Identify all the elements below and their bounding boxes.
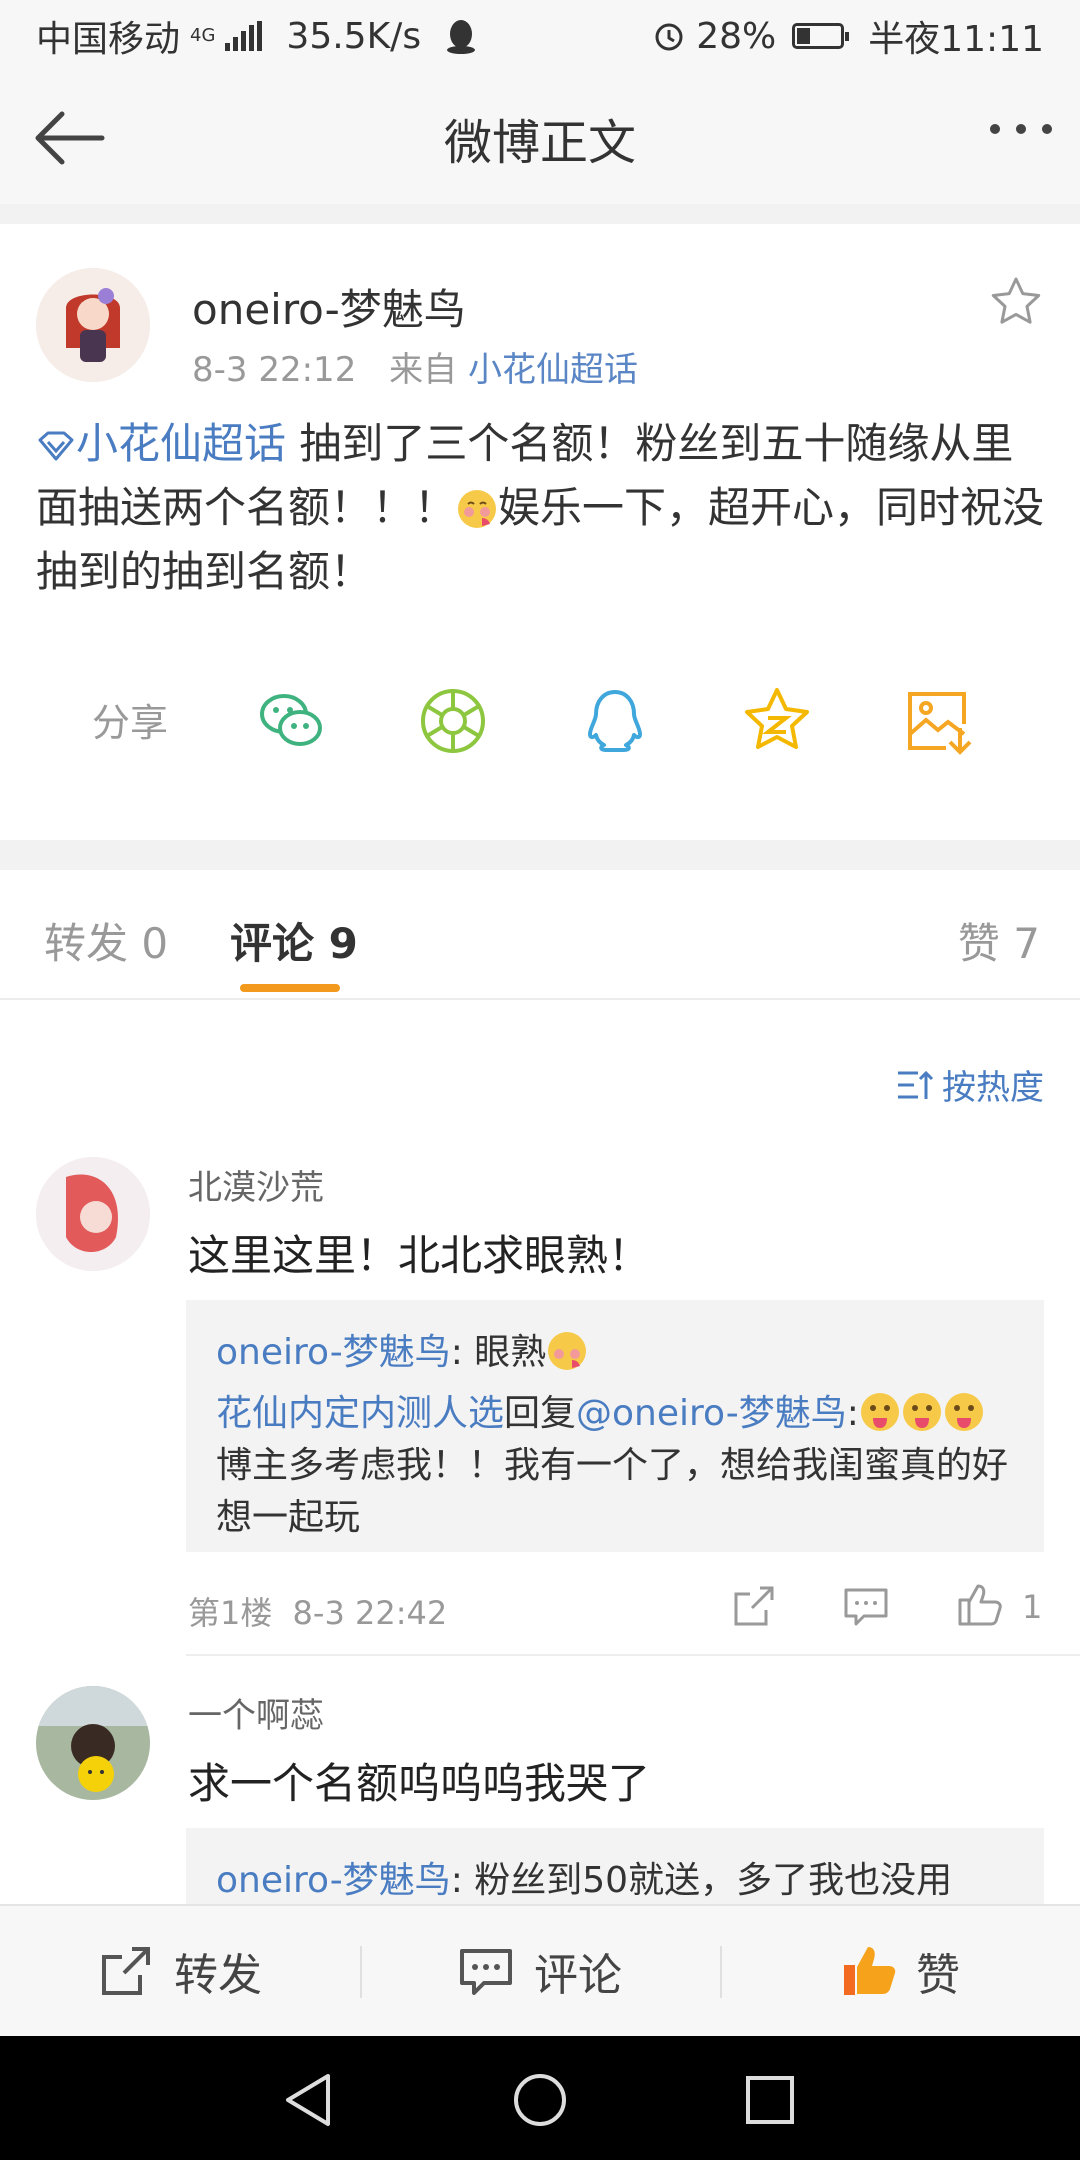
comment-floor-time: 第1楼 8-3 22:42 <box>188 1588 447 1634</box>
commenter-avatar[interactable] <box>36 1686 150 1800</box>
commenter-avatar[interactable] <box>36 1157 150 1271</box>
like-icon[interactable] <box>956 1580 1004 1628</box>
comment-floor: 第1楼 <box>188 1594 273 1632</box>
reply-line: 花仙内定内测人选回复@oneiro-梦魅鸟: 博主多考虑我！！我有一个了，想给我… <box>216 1388 1014 1544</box>
comment-text: 这里这里！北北求眼熟！ <box>188 1231 651 1280</box>
reply-line: oneiro-梦魅鸟: 粉丝到50就送，多了我也没用 <box>216 1850 1014 1904</box>
nav-bar: 微博正文 <box>0 72 1080 204</box>
signal-icon <box>225 21 263 51</box>
reply-box[interactable]: oneiro-梦魅鸟: 粉丝到50就送，多了我也没用 <box>186 1828 1044 1904</box>
system-nav-bar <box>0 2036 1080 2160</box>
tab-likes[interactable]: 赞 7 <box>958 910 1040 971</box>
bottom-action-bar: 转发 评论 赞 <box>0 1904 1080 2036</box>
blush-emoji-icon <box>458 490 497 528</box>
nav-back-icon[interactable] <box>282 2072 334 2128</box>
post-source-link[interactable]: 小花仙超话 <box>468 350 638 390</box>
qq-icon[interactable] <box>578 684 652 758</box>
sort-icon <box>898 1070 934 1099</box>
qq-notification-icon <box>447 20 476 54</box>
nav-home-icon[interactable] <box>512 2072 568 2128</box>
share-label: 分享 <box>92 701 169 745</box>
clock: 半夜11:11 <box>868 19 1044 60</box>
comment-button[interactable]: 评论 <box>360 1906 720 2036</box>
battery-percent: 28% <box>696 15 777 57</box>
save-image-icon[interactable] <box>902 684 976 758</box>
status-bar: 中国移动 4G 35.5K/s 28% 半夜11:11 <box>0 0 1080 72</box>
comment-author[interactable]: 一个啊蕊 <box>188 1688 324 1737</box>
repost-label: 转发 <box>174 1950 262 2001</box>
tongue-emoji-icon <box>860 1393 899 1431</box>
comment-icon[interactable] <box>842 1582 890 1630</box>
post-card: oneiro-梦魅鸟 8-3 22:12 来自 小花仙超话 小花仙超话 抽到了三… <box>0 224 1080 840</box>
alarm-icon <box>655 23 683 51</box>
repost-icon <box>102 1947 150 1995</box>
section-gap <box>0 204 1080 224</box>
post-topic-link[interactable]: 小花仙超话 <box>76 419 286 468</box>
post-time: 8-3 22:12 <box>192 350 357 390</box>
like-label: 赞 <box>916 1950 960 2001</box>
battery-icon <box>792 23 850 49</box>
more-dots-icon[interactable] <box>990 124 1052 134</box>
qzone-icon[interactable] <box>740 684 814 758</box>
comment-author[interactable]: 北漠沙荒 <box>188 1160 324 1209</box>
network-icon: 4G <box>190 25 216 46</box>
like-count: 1 <box>1022 1588 1043 1626</box>
reply-text: : <box>846 1393 859 1434</box>
comment-text: 求一个名额呜呜呜我哭了 <box>188 1759 651 1808</box>
carrier-label: 中国移动 <box>36 19 181 60</box>
nav-recents-icon[interactable] <box>744 2074 796 2126</box>
favorite-star-icon[interactable] <box>988 274 1044 330</box>
from-label: 来自 <box>389 350 458 390</box>
sort-label: 按热度 <box>942 1068 1044 1108</box>
wechat-icon[interactable] <box>254 684 328 758</box>
reply-verb: 回复 <box>504 1393 577 1434</box>
page-title: 微博正文 <box>443 115 636 171</box>
reply-line: oneiro-梦魅鸟: 眼熟 <box>216 1322 1014 1384</box>
tab-repost[interactable]: 转发 0 <box>44 910 168 971</box>
blush-emoji-icon <box>548 1332 587 1370</box>
comment-divider <box>186 1654 1080 1656</box>
post-meta: 8-3 22:12 来自 小花仙超话 <box>192 342 638 391</box>
repost-icon[interactable] <box>730 1582 778 1630</box>
reply-user[interactable]: 花仙内定内测人选 <box>216 1393 504 1434</box>
section-gap <box>0 840 1080 870</box>
reply-user[interactable]: oneiro-梦魅鸟 <box>216 1860 451 1901</box>
reply-box[interactable]: oneiro-梦魅鸟: 眼熟 花仙内定内测人选回复@oneiro-梦魅鸟: 博主… <box>186 1300 1044 1552</box>
comment-icon <box>460 1949 512 1995</box>
active-tab-indicator <box>240 984 340 992</box>
reply-user[interactable]: oneiro-梦魅鸟 <box>216 1332 451 1373</box>
moments-icon[interactable] <box>416 684 490 758</box>
comment-time: 8-3 22:42 <box>292 1594 448 1632</box>
reply-text: : 眼熟 <box>450 1332 547 1373</box>
like-button[interactable]: 赞 <box>720 1906 1080 2036</box>
reply-text: 博主多考虑我！！我有一个了，想给我闺蜜真的好想一起玩 <box>216 1445 1009 1538</box>
repost-button[interactable]: 转发 <box>0 1906 360 2036</box>
tongue-emoji-icon <box>944 1393 983 1431</box>
thumbs-up-icon <box>844 1947 896 1995</box>
author-name[interactable]: oneiro-梦魅鸟 <box>192 276 466 337</box>
supertopic-icon <box>38 431 74 461</box>
share-row: 分享 <box>0 664 1080 764</box>
arrow-left-icon[interactable] <box>28 106 108 170</box>
post-body: 小花仙超话 抽到了三个名额！粉丝到五十随缘从里面抽送两个名额！！！ 娱乐一下，超开… <box>36 412 1046 604</box>
sort-button[interactable]: 按热度 <box>894 1060 1044 1109</box>
comment-label: 评论 <box>534 1950 622 2001</box>
net-speed: 35.5K/s <box>286 15 422 57</box>
reply-mention[interactable]: @oneiro-梦魅鸟 <box>576 1393 847 1434</box>
feedback-tabs: 转发 0 评论 9 赞 7 <box>0 870 1080 1000</box>
tongue-emoji-icon <box>902 1393 941 1431</box>
tab-comments[interactable]: 评论 9 <box>230 910 358 971</box>
author-avatar[interactable] <box>36 268 150 382</box>
reply-text: : 粉丝到50就送，多了我也没用 <box>450 1860 953 1901</box>
